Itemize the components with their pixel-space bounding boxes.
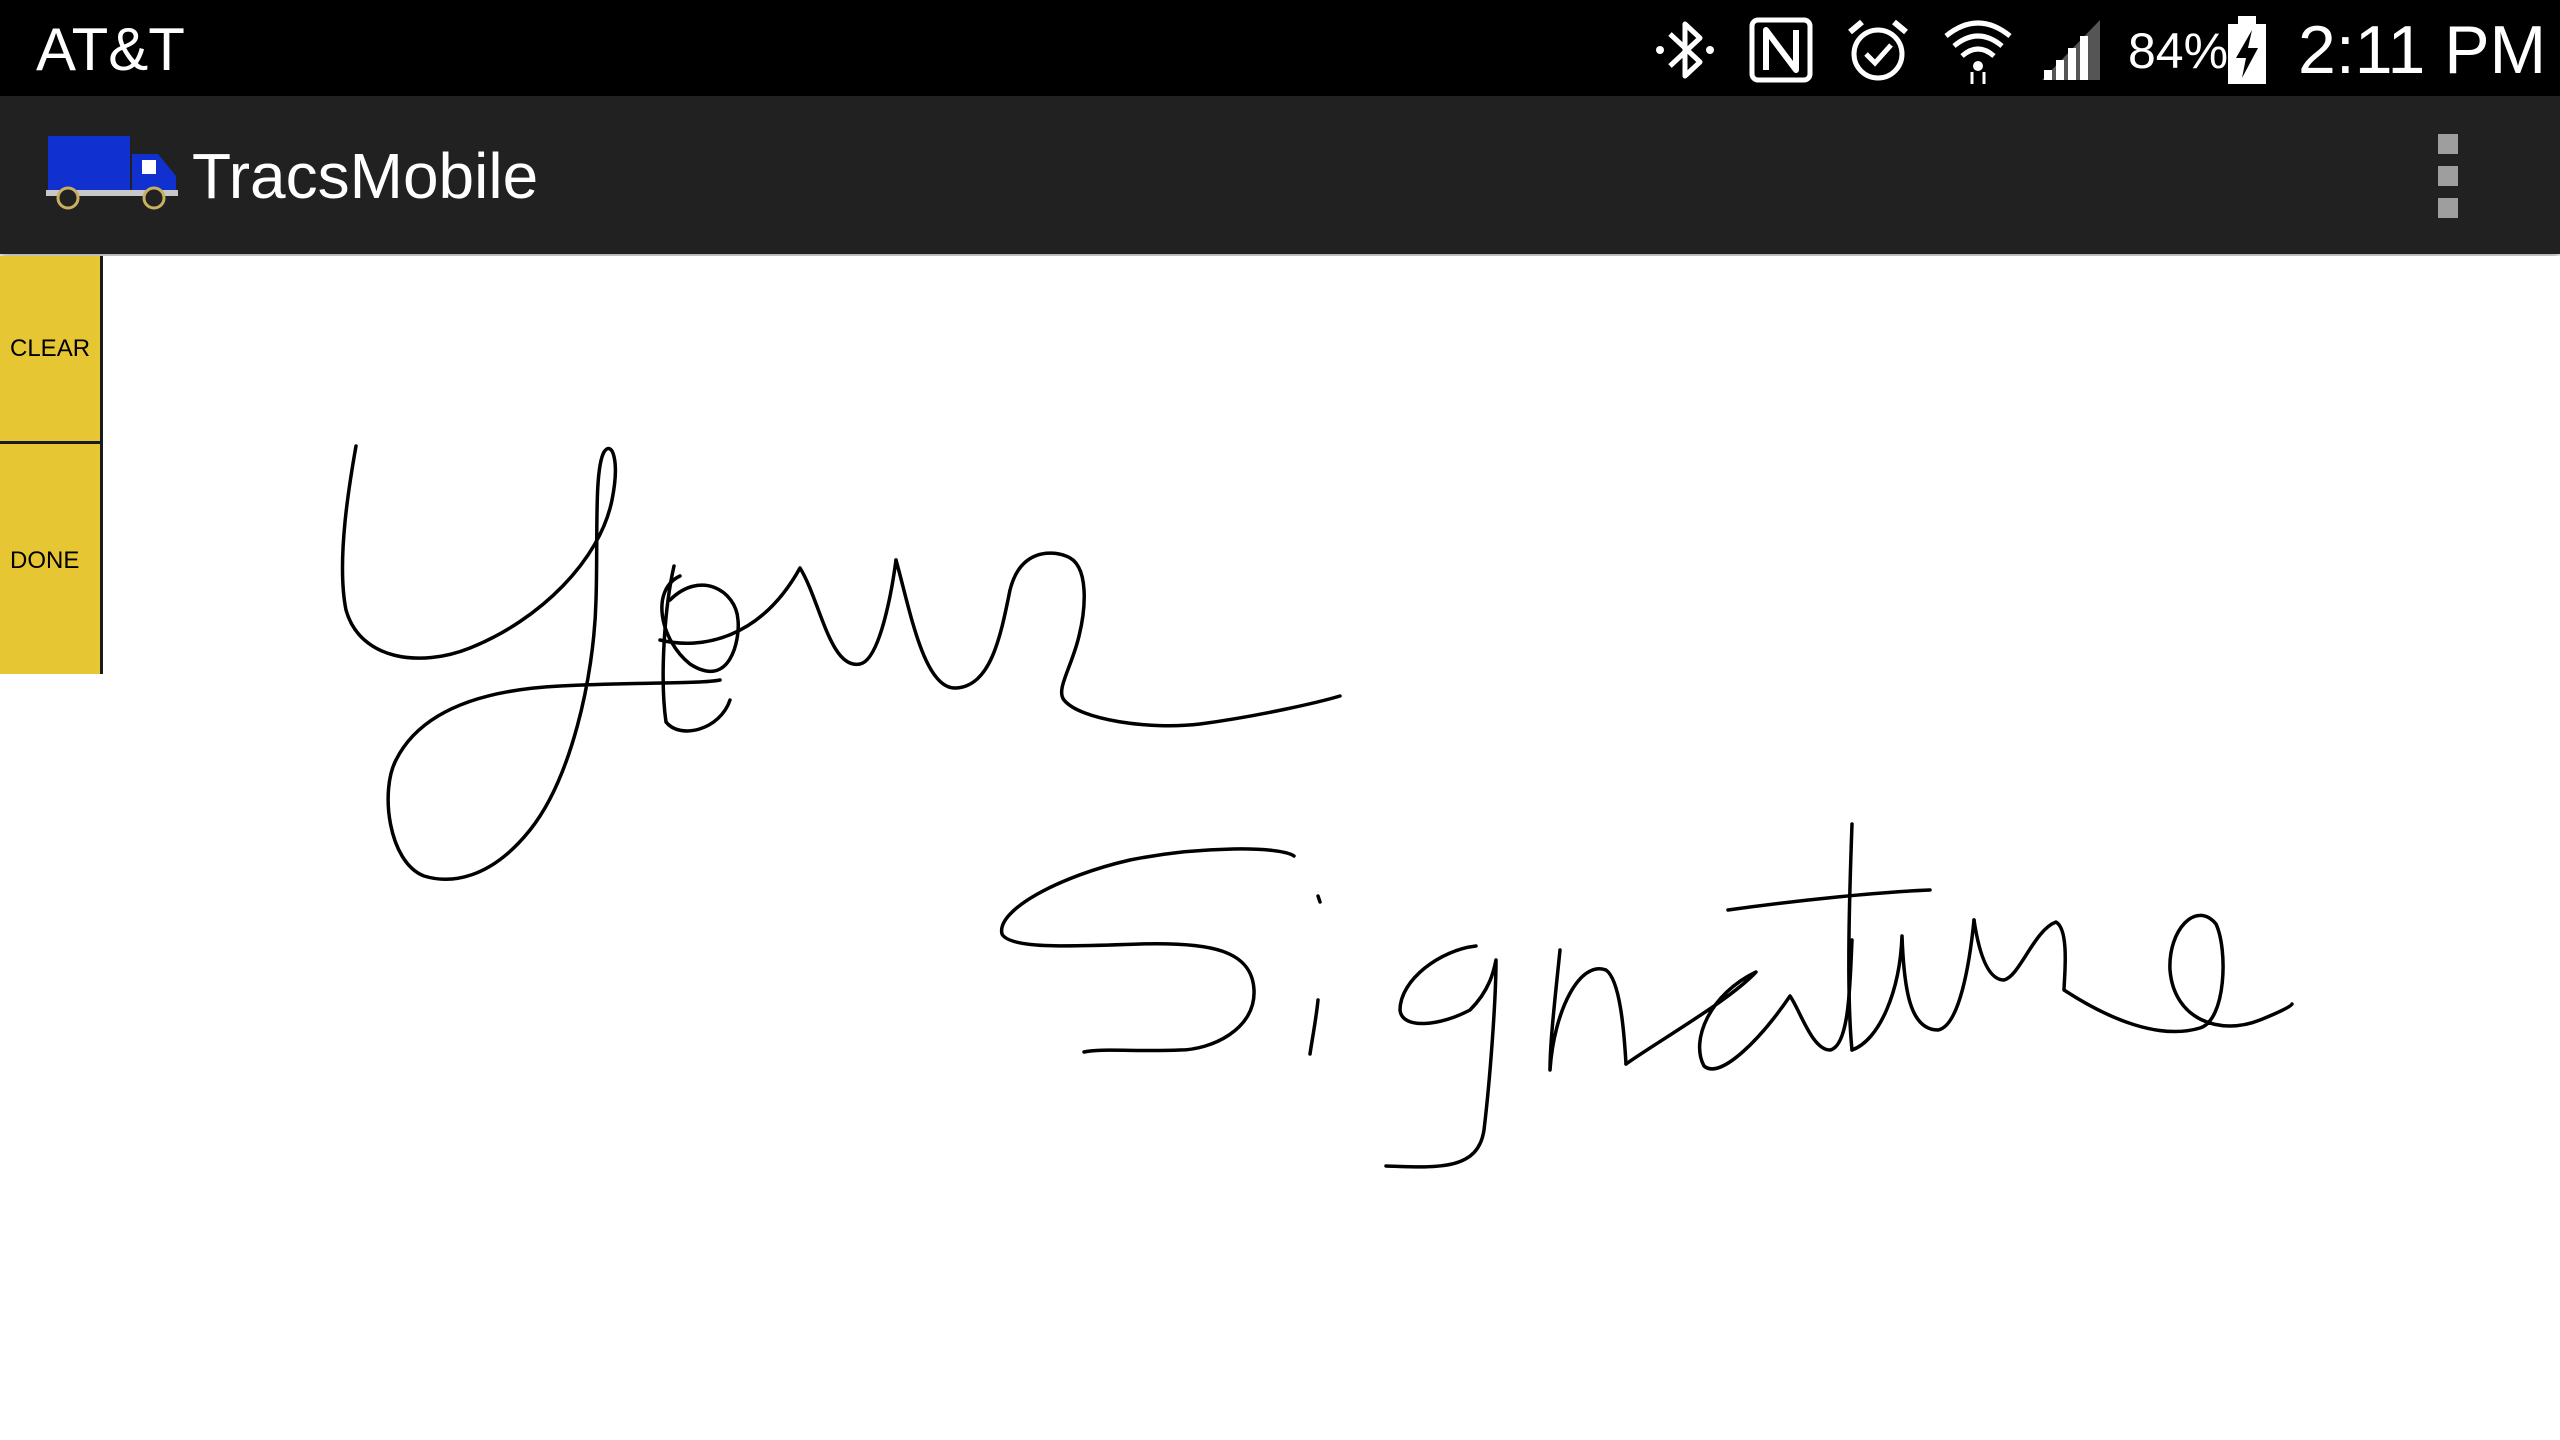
action-bar: TracsMobile <box>0 96 2560 254</box>
clock: 2:11 PM <box>2298 12 2547 88</box>
wifi-icon <box>1944 20 2012 84</box>
bluetooth-icon <box>1656 21 1714 79</box>
signature-canvas[interactable] <box>103 256 2560 1440</box>
carrier-name: AT&T <box>36 16 185 83</box>
signal-icon <box>2042 20 2100 80</box>
side-button-panel: CLEAR DONE <box>0 256 103 674</box>
battery-percent: 84% <box>2128 23 2229 79</box>
battery-charging-icon <box>2228 16 2266 84</box>
done-button-label: DONE <box>10 546 80 574</box>
overflow-menu-icon[interactable] <box>2424 134 2472 218</box>
done-button[interactable]: DONE <box>0 447 100 674</box>
status-bar: AT&T 84% 2:11 PM <box>0 0 2560 96</box>
alarm-icon <box>1848 19 1908 81</box>
clear-button[interactable]: CLEAR <box>0 256 100 444</box>
app-title: TracsMobile <box>192 140 539 212</box>
nfc-icon <box>1749 17 1813 83</box>
truck-icon <box>46 136 178 210</box>
clear-button-label: CLEAR <box>10 334 91 362</box>
